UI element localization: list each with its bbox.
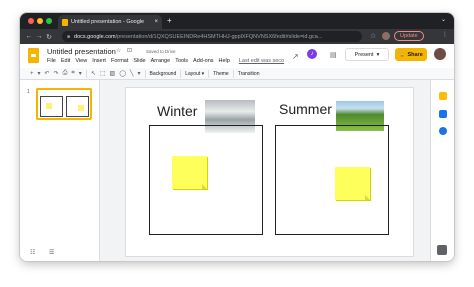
document-title[interactable]: Untitled presentation [47,47,116,56]
browser-tab[interactable]: Untitled presentation - Google × [58,15,162,29]
minimize-window-button[interactable] [37,18,43,24]
tab-title: Untitled presentation - Google [71,19,145,25]
slide-filmstrip: 1 ☷ ☰ [20,80,100,261]
bookmark-star-icon[interactable]: ☆ [370,32,376,40]
activity-trend-icon[interactable]: ↗ [292,52,299,61]
line-icon[interactable]: ╲ [130,70,134,77]
redo-icon[interactable]: ↷ [54,70,59,77]
slide-canvas[interactable]: Winter Summer [126,88,413,256]
text-box-icon[interactable]: ⬚ [100,70,106,77]
slides-logo-icon[interactable] [28,48,39,63]
tasks-icon[interactable] [439,127,447,135]
undo-icon[interactable]: ↶ [45,70,50,77]
summer-sticky-note[interactable] [335,167,370,200]
tab-strip: Untitled presentation - Google × + ⌄ [20,13,454,29]
layout-button[interactable]: Layout ▾ [185,71,204,77]
menu-help[interactable]: Help [219,58,230,64]
calendar-icon[interactable] [439,110,447,118]
line-caret-icon[interactable]: ▾ [138,70,141,77]
toolbar-divider [85,69,87,78]
menu-add-ons[interactable]: Add-ons [193,58,214,64]
new-tab-button[interactable]: + [167,16,172,25]
share-button[interactable]: 🔒 Share [395,48,427,61]
menu-insert[interactable]: Insert [92,58,106,64]
user-avatar[interactable] [434,48,446,60]
menu-arrange[interactable]: Arrange [151,58,171,64]
paint-format-icon[interactable]: ⌗ [71,70,74,77]
select-cursor-icon[interactable]: ↖ [91,70,96,77]
keep-icon[interactable] [439,92,447,100]
share-label: Share [407,51,423,58]
slide-number: 1 [27,89,30,95]
summer-box[interactable] [275,125,389,235]
menu-edit[interactable]: Edit [61,58,70,64]
url-path: /presentation/d/1QXQSUEEINDRe4HSMTHHJ-gp… [115,33,323,40]
slide-thumbnail[interactable] [36,88,92,120]
menu-slide[interactable]: Slide [133,58,145,64]
toolbar-divider [232,69,234,78]
comment-history-icon[interactable]: ▤ [330,51,337,59]
slides-favicon-icon [62,18,68,26]
winter-sticky-note[interactable] [172,156,207,189]
menu-file[interactable]: File [47,58,56,64]
share-lock-icon: 🔒 [399,51,406,58]
saved-status: Saved to Drive [146,49,176,54]
update-button[interactable]: Update [394,31,424,41]
menu-format[interactable]: Format [111,58,128,64]
present-caret-icon: ▾ [376,51,380,58]
transition-button[interactable]: Transition [238,71,260,77]
back-button[interactable]: ← [24,33,34,40]
thumbnail-sticky-note [78,105,84,111]
menu-view[interactable]: View [75,58,87,64]
forward-button[interactable]: → [34,33,44,40]
browser-window: Untitled presentation - Google × + ⌄ ← →… [20,13,454,261]
tab-search-icon[interactable]: ⌄ [441,16,446,23]
maximize-window-button[interactable] [46,18,52,24]
url-host: docs.google.com [74,33,116,40]
side-panel [430,80,454,261]
new-slide-icon[interactable]: + [30,71,34,77]
menu-tools[interactable]: Tools [175,58,188,64]
star-move-icons[interactable]: ☆ ⊡ [116,47,134,54]
editor-canvas: Winter Summer [100,80,430,261]
present-button[interactable]: Present ▾ [345,48,389,61]
shape-icon[interactable]: ◯ [119,70,126,77]
menu-bar: File Edit View Insert Format Slide Arran… [47,58,284,64]
winter-label[interactable]: Winter [157,103,197,119]
zoom-caret-icon[interactable]: ▾ [79,70,82,77]
image-icon[interactable]: ▨ [110,70,116,77]
editing-toolbar: + ▾ ↶ ↷ ⎙ ⌗ ▾ ↖ ⬚ ▨ ◯ ╲ ▾ Background Lay… [20,68,454,80]
last-edit-link[interactable]: Last edit was seco [239,58,284,64]
browser-menu-icon[interactable]: ⋮ [442,31,448,38]
present-label: Present [354,51,374,58]
print-icon[interactable]: ⎙ [63,70,68,77]
theme-button[interactable]: Theme [213,71,229,77]
toolbar-divider [208,69,210,78]
toolbar-divider [144,69,146,78]
tab-close-icon[interactable]: × [154,19,158,25]
reload-button[interactable]: ↻ [44,33,54,41]
extension-icon[interactable]: ♪ [307,49,317,59]
lock-icon: ■ [67,33,71,40]
close-window-button[interactable] [28,18,34,24]
grid-view-icon[interactable]: ☷ ☰ [30,249,60,256]
thumbnail-sticky-note [46,103,52,109]
summer-label[interactable]: Summer [279,101,332,117]
toolbar-divider [180,69,182,78]
new-slide-caret-icon[interactable]: ▾ [38,70,41,77]
url-bar[interactable]: ■ docs.google.com/presentation/d/1QXQSUE… [62,31,362,42]
background-button[interactable]: Background [150,71,177,77]
explore-icon[interactable] [437,245,447,255]
url-text: docs.google.com/presentation/d/1QXQSUEEI… [74,34,322,40]
profile-avatar[interactable] [382,32,390,40]
